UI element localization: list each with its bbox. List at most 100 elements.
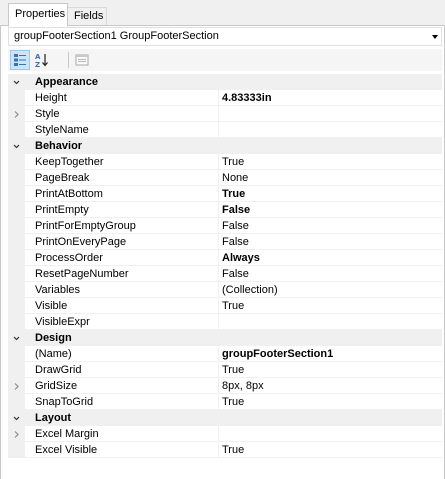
category-layout[interactable]: Layout (8, 410, 442, 426)
property-name: Excel Margin (35, 428, 99, 440)
property-row-visible[interactable]: Visible True (8, 298, 442, 314)
property-name: KeepTogether (35, 156, 104, 168)
property-value[interactable]: False (222, 235, 249, 249)
tab-properties-label: Properties (15, 8, 66, 20)
row-margin (8, 282, 25, 298)
property-value[interactable]: (Collection) (222, 283, 278, 297)
property-row-keeptogether[interactable]: KeepTogether True (8, 154, 442, 170)
property-value[interactable]: Always (222, 251, 260, 265)
column-divider[interactable] (218, 378, 219, 394)
column-divider[interactable] (218, 298, 219, 314)
property-value[interactable]: 4.83333in (222, 91, 272, 105)
column-divider[interactable] (218, 266, 219, 282)
categorized-button[interactable] (10, 50, 30, 70)
property-row-height[interactable]: Height 4.83333in (8, 90, 442, 106)
property-row-pagebreak[interactable]: PageBreak None (8, 170, 442, 186)
property-value[interactable]: True (222, 395, 244, 409)
category-design[interactable]: Design (8, 330, 442, 346)
property-name: (Name) (35, 348, 72, 360)
collapse-icon[interactable] (8, 410, 25, 426)
property-row-printatbottom[interactable]: PrintAtBottom True (8, 186, 442, 202)
column-divider[interactable] (218, 186, 219, 202)
column-divider[interactable] (218, 122, 219, 138)
column-divider[interactable] (218, 282, 219, 298)
column-divider[interactable] (218, 154, 219, 170)
column-divider[interactable] (218, 202, 219, 218)
property-pages-button[interactable] (72, 50, 92, 70)
alphabetical-button[interactable]: A Z (32, 50, 52, 70)
column-divider[interactable] (218, 90, 219, 106)
property-value[interactable]: True (222, 443, 244, 457)
column-divider[interactable] (218, 170, 219, 186)
property-value[interactable]: True (222, 299, 244, 313)
property-row-variables[interactable]: Variables (Collection) (8, 282, 442, 298)
collapse-icon[interactable] (8, 330, 25, 346)
row-margin (8, 218, 25, 234)
property-name: GridSize (35, 380, 78, 392)
column-divider[interactable] (218, 106, 219, 122)
property-value[interactable]: True (222, 155, 244, 169)
property-row-printempty[interactable]: PrintEmpty False (8, 202, 442, 218)
property-row-gridsize[interactable]: GridSize 8px, 8px (8, 378, 442, 394)
object-selector-value: groupFooterSection1 GroupFooterSection (14, 30, 219, 42)
row-margin (8, 298, 25, 314)
property-row-resetpagenumber[interactable]: ResetPageNumber False (8, 266, 442, 282)
column-divider[interactable] (218, 218, 219, 234)
toolbar-separator (68, 52, 69, 68)
property-row-printoneverypage[interactable]: PrintOnEveryPage False (8, 234, 442, 250)
property-name: PrintForEmptyGroup (35, 220, 136, 232)
property-name: PageBreak (35, 172, 90, 184)
category-behavior[interactable]: Behavior (8, 138, 442, 154)
row-margin (8, 186, 25, 202)
property-row-drawgrid[interactable]: DrawGrid True (8, 362, 442, 378)
tab-properties[interactable]: Properties (8, 3, 68, 27)
property-row-printforemptygroup[interactable]: PrintForEmptyGroup False (8, 218, 442, 234)
column-divider[interactable] (218, 394, 219, 410)
property-value[interactable]: None (222, 171, 248, 185)
row-margin (8, 250, 25, 266)
expand-icon[interactable] (8, 378, 25, 394)
property-value[interactable]: False (222, 203, 250, 217)
property-value[interactable]: False (222, 219, 249, 233)
column-divider[interactable] (218, 442, 219, 458)
svg-text:Z: Z (35, 61, 40, 68)
property-value[interactable]: True (222, 363, 244, 377)
property-grid-toolbar: A Z (8, 49, 442, 71)
property-row-snaptogrid[interactable]: SnapToGrid True (8, 394, 442, 410)
column-divider[interactable] (218, 234, 219, 250)
property-name: Visible (35, 300, 68, 312)
property-row-processorder[interactable]: ProcessOrder Always (8, 250, 442, 266)
category-name: Design (35, 332, 72, 344)
row-margin (8, 314, 25, 330)
property-row-excel-visible[interactable]: Excel Visible True (8, 442, 442, 458)
category-appearance[interactable]: Appearance (8, 74, 442, 90)
property-name: PrintEmpty (35, 204, 89, 216)
tab-fields[interactable]: Fields (67, 7, 107, 26)
expand-icon[interactable] (8, 106, 25, 122)
property-row-visibleexpr[interactable]: VisibleExpr (8, 314, 442, 330)
category-name: Appearance (35, 76, 98, 88)
column-divider[interactable] (218, 314, 219, 330)
column-divider[interactable] (218, 362, 219, 378)
tab-strip: Properties Fields (0, 0, 445, 27)
property-row-stylename[interactable]: StyleName (8, 122, 442, 138)
property-name: Height (35, 92, 67, 104)
property-pages-icon (75, 54, 89, 66)
property-value[interactable]: True (222, 187, 245, 201)
property-name: StyleName (35, 124, 89, 136)
property-value[interactable]: groupFooterSection1 (222, 347, 333, 361)
collapse-icon[interactable] (8, 74, 25, 90)
expand-icon[interactable] (8, 426, 25, 442)
column-divider[interactable] (218, 250, 219, 266)
property-value[interactable]: 8px, 8px (222, 379, 264, 393)
property-row-excel-margin[interactable]: Excel Margin (8, 426, 442, 442)
column-divider[interactable] (218, 426, 219, 442)
property-value[interactable]: False (222, 267, 249, 281)
object-selector-dropdown[interactable]: groupFooterSection1 GroupFooterSection (8, 27, 442, 46)
row-margin (8, 394, 25, 410)
collapse-icon[interactable] (8, 138, 25, 154)
property-row-style[interactable]: Style (8, 106, 442, 122)
property-row-name[interactable]: (Name) groupFooterSection1 (8, 346, 442, 362)
column-divider[interactable] (218, 346, 219, 362)
chevron-down-icon[interactable] (432, 35, 438, 39)
